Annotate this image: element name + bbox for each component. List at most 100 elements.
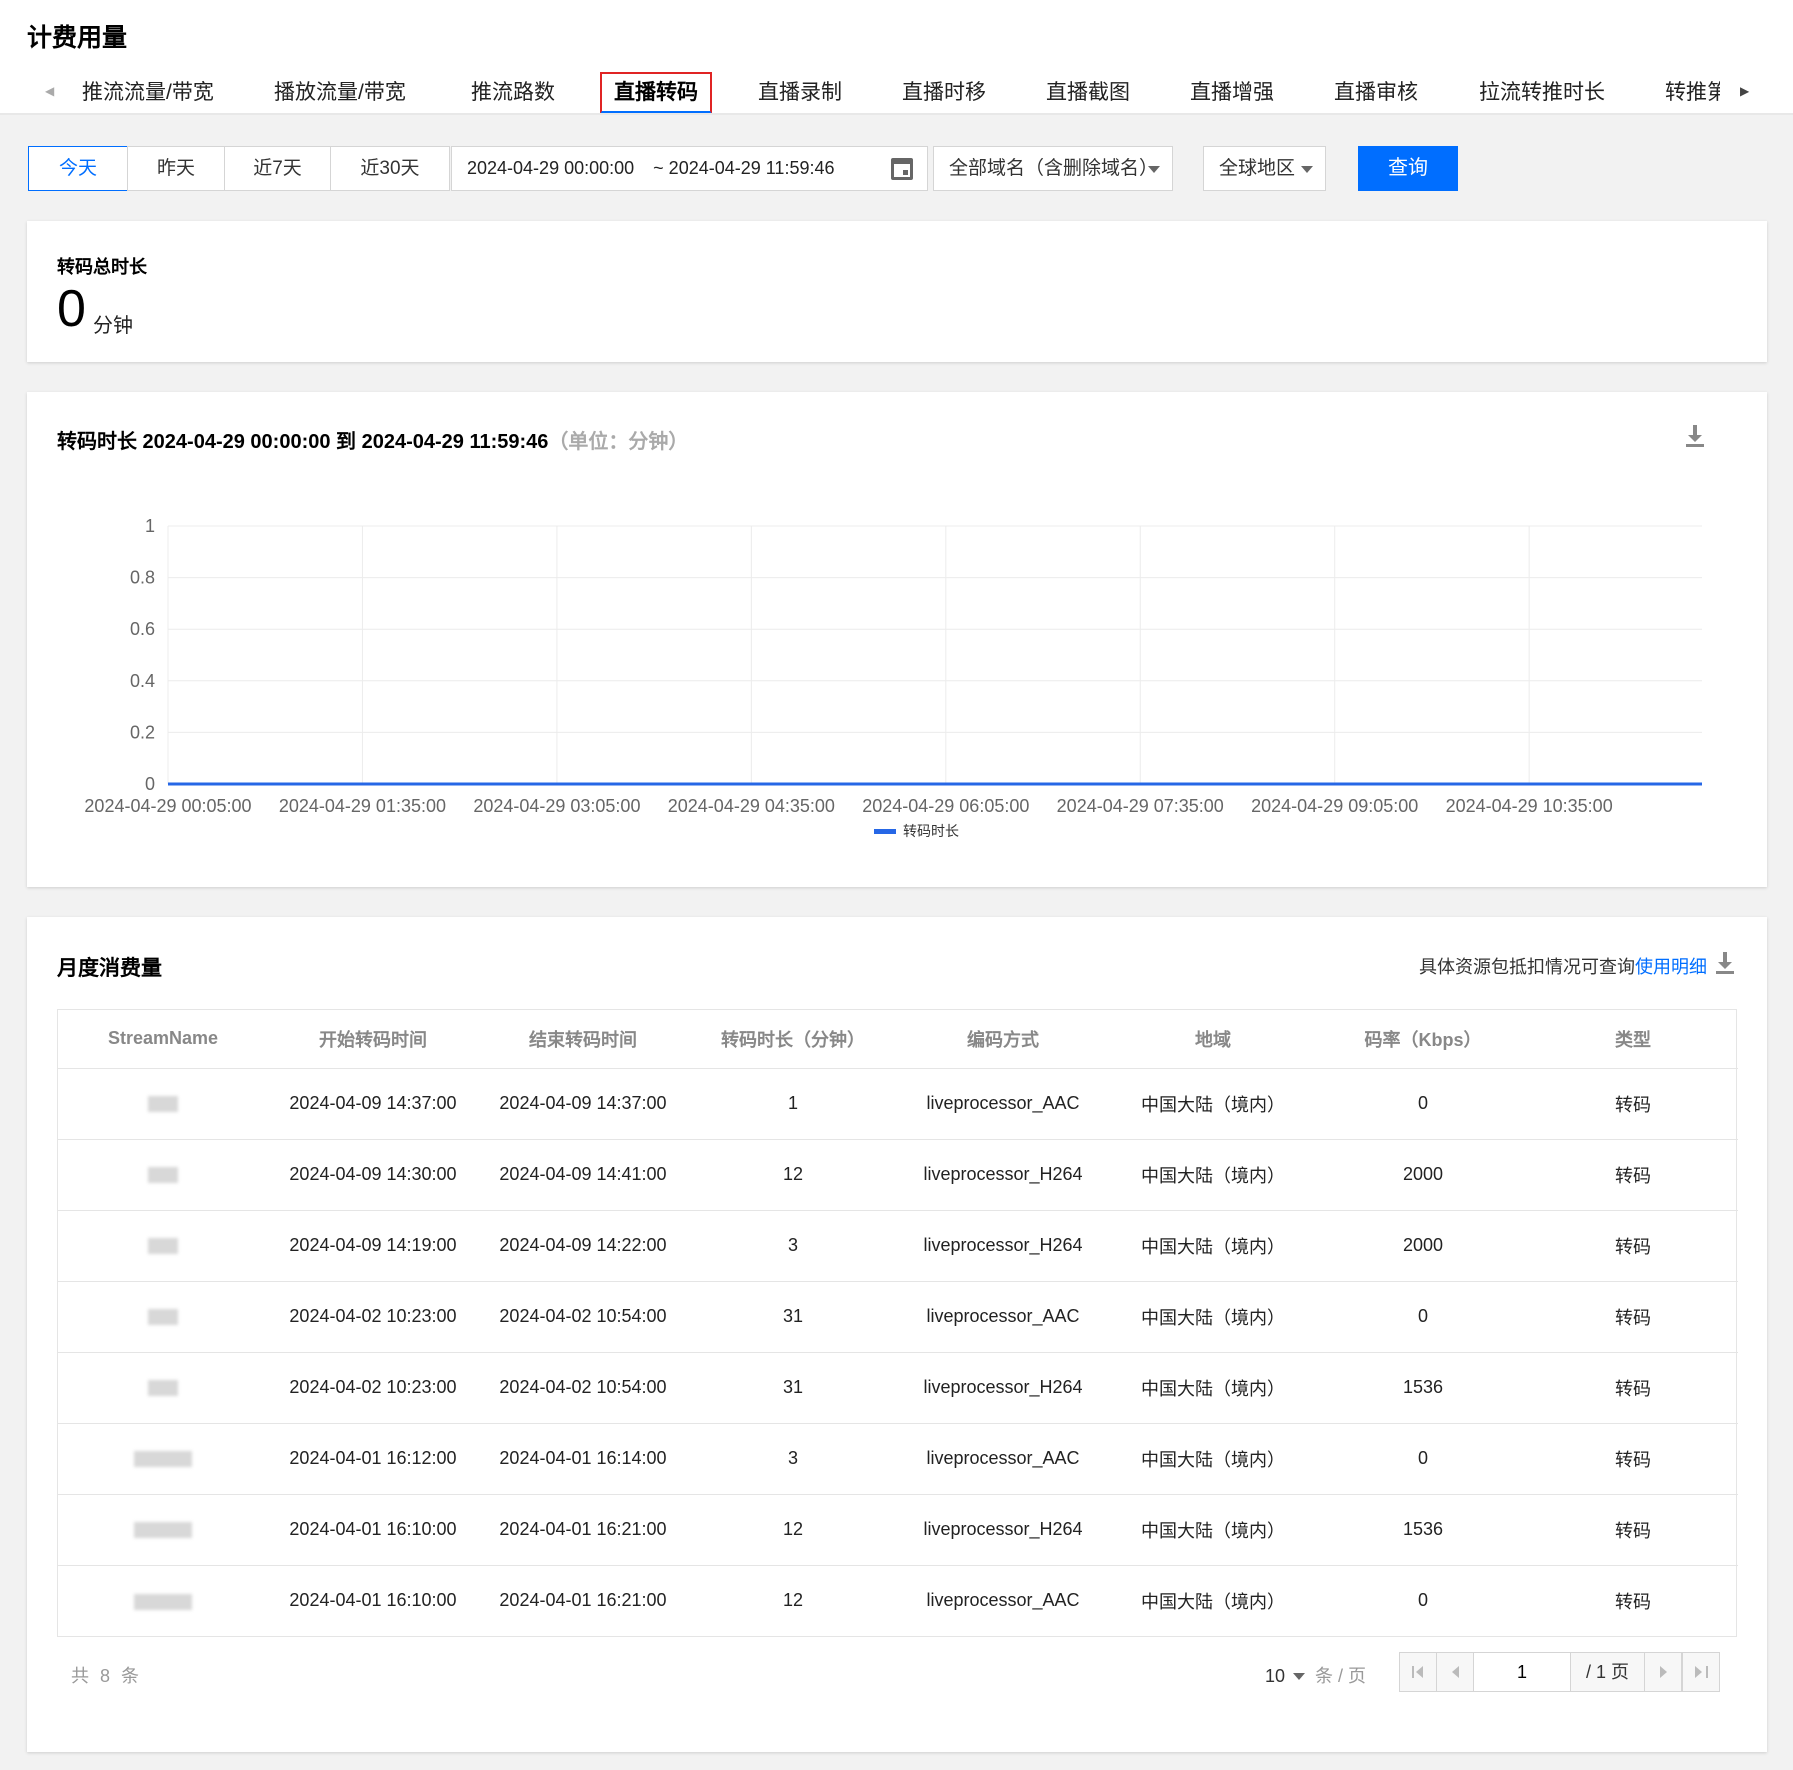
cell-codec: liveprocessor_AAC — [898, 1281, 1108, 1353]
tab-pull-relay-duration[interactable]: 拉流转推时长 — [1467, 72, 1617, 114]
cell-duration: 12 — [688, 1494, 898, 1566]
col-end-time: 结束转码时间 — [478, 1010, 688, 1069]
cell-bitrate: 2000 — [1318, 1210, 1528, 1282]
cell-duration: 31 — [688, 1352, 898, 1424]
y-tick-label: 1 — [145, 516, 155, 536]
tab-live-enhance[interactable]: 直播增强 — [1178, 72, 1286, 114]
cell-start: 2024-04-01 16:12:00 — [268, 1423, 478, 1495]
next-page-button[interactable] — [1645, 1653, 1682, 1691]
page-size-select[interactable]: 10 条 / 页 — [1265, 1662, 1366, 1688]
page-size-unit: 条 / 页 — [1315, 1666, 1367, 1686]
cell-end: 2024-04-01 16:21:00 — [499, 1590, 667, 1611]
stream-name-redacted — [58, 1068, 268, 1140]
range-7days-button[interactable]: 近7天 — [224, 146, 331, 191]
x-tick-label: 2024-04-29 04:35:00 — [668, 796, 835, 816]
col-codec: 编码方式 — [898, 1010, 1108, 1069]
chevron-down-icon — [1293, 1673, 1306, 1680]
query-button[interactable]: 查询 — [1358, 146, 1458, 191]
x-tick-label: 2024-04-29 06:05:00 — [862, 796, 1029, 816]
domain-select[interactable]: 全部域名（含删除域名） — [933, 146, 1173, 191]
y-tick-label: 0.6 — [130, 619, 155, 639]
table-row: 2024-04-09 14:37:00 2024-04-09 14:37:00 … — [58, 1068, 1738, 1140]
cell-region: 中国大陆（境内） — [1108, 1494, 1318, 1566]
cell-bitrate: 0 — [1417, 1590, 1428, 1611]
cell-type: 转码 — [1528, 1281, 1738, 1353]
cell-duration: 12 — [688, 1139, 898, 1211]
summary-label: 转码总时长 — [57, 257, 147, 277]
cell-duration: 3 — [688, 1423, 898, 1495]
page-title: 计费用量 — [27, 24, 128, 52]
tab-live-review[interactable]: 直播审核 — [1322, 72, 1430, 114]
cell-codec: liveprocessor_H264 — [898, 1494, 1108, 1566]
tab-time-shift[interactable]: 直播时移 — [890, 72, 998, 114]
tab-live-transcode[interactable]: 直播转码 — [600, 72, 712, 114]
cell-region: 中国大陆（境内） — [1108, 1281, 1318, 1353]
cell-duration: 1 — [688, 1068, 898, 1140]
cell-start: 2024-04-02 10:23:00 — [268, 1281, 478, 1353]
total-pages: / 1 页 — [1571, 1653, 1645, 1691]
legend-swatch — [874, 829, 896, 834]
region-select[interactable]: 全球地区 — [1203, 146, 1326, 191]
chart-card: 转码时长 2024-04-29 00:00:00 到 2024-04-29 11… — [27, 392, 1767, 887]
cell-end: 2024-04-09 14:22:00 — [478, 1210, 688, 1282]
first-page-button[interactable] — [1400, 1653, 1437, 1691]
pagination: 1 / 1 页 — [1399, 1652, 1720, 1692]
table-row: 2024-04-01 16:10:00 2024-04-01 16:21:00 … — [58, 1494, 1738, 1566]
cell-end: 2024-04-09 14:37:00 — [478, 1068, 688, 1140]
cell-bitrate: 1536 — [1318, 1352, 1528, 1424]
x-tick-label: 2024-04-29 01:35:00 — [279, 796, 446, 816]
stream-name-redacted — [58, 1352, 268, 1424]
date-range-picker[interactable]: 2024-04-29 00:00:00 ~ 2024-04-29 11:59:4… — [451, 146, 928, 191]
tab-relay[interactable]: 转推第 — [1653, 72, 1720, 114]
tabs-scroll-left-icon[interactable]: ◀ — [45, 84, 54, 98]
x-tick-label: 2024-04-29 03:05:00 — [473, 796, 640, 816]
prev-page-button[interactable] — [1437, 1653, 1474, 1691]
cell-start: 2024-04-09 14:19:00 — [268, 1210, 478, 1282]
tab-live-recording[interactable]: 直播录制 — [746, 72, 854, 114]
table-row: 2024-04-02 10:23:00 2024-04-02 10:54:00 … — [58, 1352, 1738, 1424]
tab-push-streams[interactable]: 推流路数 — [459, 72, 567, 114]
download-icon[interactable] — [1716, 952, 1734, 974]
cell-end: 2024-04-02 10:54:00 — [478, 1281, 688, 1353]
stream-name-redacted — [58, 1494, 268, 1566]
tab-push-traffic[interactable]: 推流流量/带宽 — [70, 72, 226, 114]
monthly-title: 月度消费量 — [57, 957, 162, 980]
col-type: 类型 — [1528, 1010, 1738, 1069]
cell-duration: 3 — [688, 1210, 898, 1282]
tab-live-screenshot[interactable]: 直播截图 — [1034, 72, 1142, 114]
cell-type: 转码 — [1528, 1210, 1738, 1282]
date-start: 2024-04-29 00:00:00 — [467, 158, 635, 178]
date-end: ~ 2024-04-29 11:59:46 — [653, 158, 835, 178]
cell-end: 2024-04-09 14:41:00 — [478, 1139, 688, 1211]
x-tick-label: 2024-04-29 07:35:00 — [1057, 796, 1224, 816]
tab-play-traffic[interactable]: 播放流量/带宽 — [262, 72, 418, 114]
cell-region: 中国大陆（境内） — [1108, 1068, 1318, 1140]
calendar-icon[interactable] — [891, 158, 913, 180]
page-number-input[interactable]: 1 — [1474, 1653, 1571, 1691]
stream-name-redacted — [58, 1281, 268, 1353]
cell-type: 转码 — [1528, 1068, 1738, 1140]
cell-region: 中国大陆（境内） — [1108, 1210, 1318, 1282]
y-tick-label: 0.4 — [130, 671, 155, 691]
cell-codec: liveprocessor_AAC — [898, 1423, 1108, 1495]
tabs-divider — [0, 113, 1793, 115]
col-region: 地域 — [1108, 1010, 1318, 1069]
range-yesterday-button[interactable]: 昨天 — [127, 146, 225, 191]
page-size-value: 10 — [1265, 1666, 1286, 1686]
usage-detail-link[interactable]: 使用明细 — [1635, 957, 1707, 977]
cell-type: 转码 — [1528, 1139, 1738, 1211]
cell-end: 2024-04-02 10:54:00 — [478, 1352, 688, 1424]
tab-bar: 推流流量/带宽 播放流量/带宽 推流路数 直播转码 直播录制 直播时移 直播截图… — [70, 72, 1720, 114]
range-today-button[interactable]: 今天 — [28, 146, 128, 191]
cell-bitrate: 0 — [1318, 1281, 1528, 1353]
monthly-hint: 具体资源包抵扣情况可查询使用明细 — [1419, 953, 1707, 979]
cell-bitrate: 0 — [1318, 1068, 1528, 1140]
monthly-card: 月度消费量 具体资源包抵扣情况可查询使用明细 StreamName 开始转码时间… — [27, 917, 1767, 1752]
chevron-down-icon — [1301, 166, 1313, 173]
last-page-button[interactable] — [1682, 1653, 1719, 1691]
col-duration: 转码时长（分钟） — [688, 1010, 898, 1069]
cell-bitrate: 1536 — [1318, 1494, 1528, 1566]
range-30days-button[interactable]: 近30天 — [330, 146, 450, 191]
cell-type: 转码 — [1528, 1352, 1738, 1424]
tabs-scroll-right-icon[interactable]: ▶ — [1740, 84, 1749, 98]
